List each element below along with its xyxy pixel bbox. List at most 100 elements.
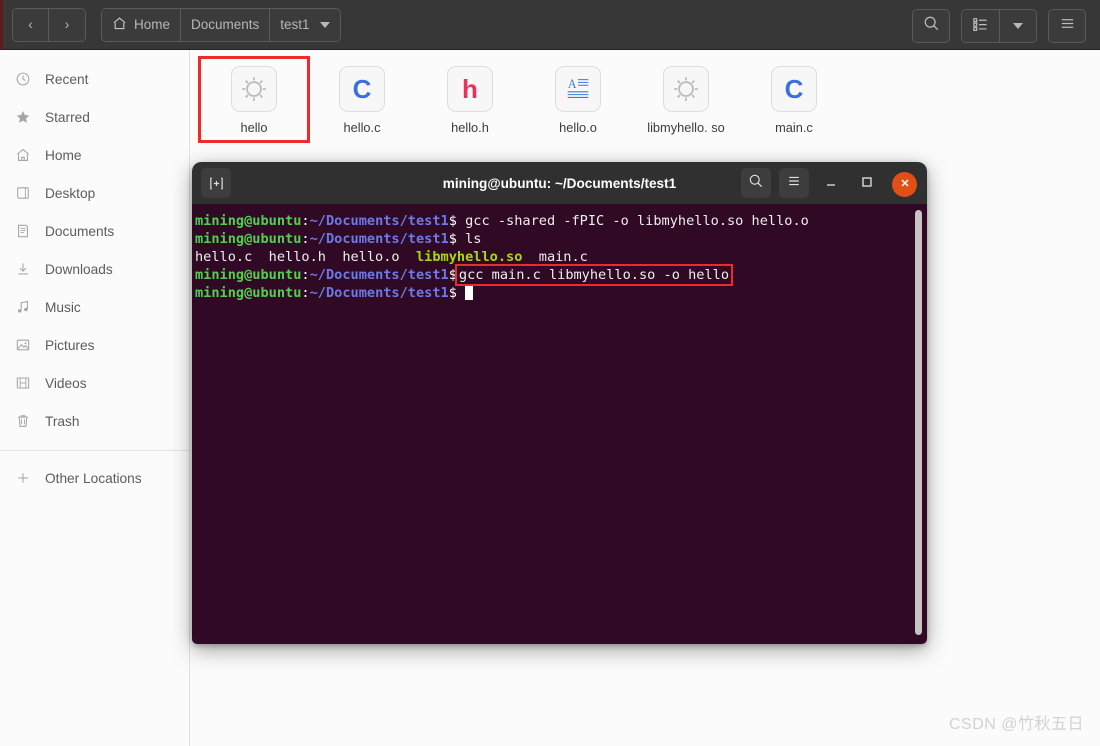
prompt-path: ~/Documents/test1 — [309, 231, 449, 247]
sidebar-item-label: Recent — [45, 71, 89, 87]
minimize-icon — [824, 175, 838, 192]
terminal-body[interactable]: mining@ubuntu:~/Documents/test1$ gcc -sh… — [192, 204, 927, 644]
breadcrumb-test1[interactable]: test1 — [270, 8, 340, 41]
terminal-line: mining@ubuntu:~/Documents/test1$ ls — [194, 230, 927, 248]
new-tab-icon[interactable] — [201, 168, 231, 198]
file-item-hello[interactable]: hello — [198, 56, 310, 143]
nautilus-headerbar: ‹ › Home Documents test1 — [0, 0, 1100, 50]
file-item-label: hello.h — [451, 120, 489, 135]
text-document-icon: A — [555, 66, 601, 112]
desktop-icon — [14, 184, 32, 202]
search-button[interactable] — [912, 9, 950, 43]
file-item-hello-h[interactable]: h hello.h — [416, 58, 524, 141]
maximize-icon — [860, 175, 874, 192]
sidebar-item-music[interactable]: Music — [0, 288, 189, 326]
forward-button[interactable]: › — [49, 8, 85, 41]
terminal-menu-button[interactable] — [779, 168, 809, 198]
terminal-window[interactable]: mining@ubuntu: ~/Documents/test1 mining@… — [192, 162, 927, 644]
prompt-dollar: $ — [448, 231, 457, 247]
gear-executable-icon — [231, 66, 277, 112]
breadcrumb-test1-label: test1 — [280, 17, 310, 32]
view-options-dropdown[interactable] — [1000, 10, 1036, 42]
sidebar-item-downloads[interactable]: Downloads — [0, 250, 189, 288]
sidebar-item-videos[interactable]: Videos — [0, 364, 189, 402]
home-icon — [112, 16, 127, 34]
breadcrumb-home[interactable]: Home — [102, 8, 182, 41]
prompt-user: mining@ubuntu — [195, 285, 302, 301]
c-source-icon: C — [771, 66, 817, 112]
terminal-command: gcc -shared -fPIC -o libmyhello.so hello… — [456, 213, 809, 229]
sidebar-item-label: Downloads — [45, 261, 113, 277]
hamburger-menu-icon — [1059, 15, 1076, 37]
sidebar-item-documents[interactable]: Documents — [0, 212, 189, 250]
prompt-dollar: $ — [448, 213, 457, 229]
file-item-label: hello — [240, 120, 268, 135]
sidebar-item-label: Starred — [45, 109, 90, 125]
c-letter-glyph: C — [352, 74, 372, 104]
sidebar-item-desktop[interactable]: Desktop — [0, 174, 189, 212]
terminal-close-button[interactable] — [892, 171, 917, 197]
terminal-output-line: hello.c hello.h hello.o libmyhello.so ma… — [194, 248, 927, 266]
sidebar: Recent Starred Home Desktop Documents Do… — [0, 50, 190, 746]
sidebar-item-label: Pictures — [45, 337, 95, 353]
back-button[interactable]: ‹ — [13, 8, 49, 41]
trash-icon — [14, 412, 32, 430]
star-icon — [14, 108, 32, 126]
sidebar-item-label: Trash — [45, 413, 80, 429]
file-manager-window: ‹ › Home Documents test1 Recent Starred … — [0, 0, 1100, 746]
chevron-down-icon — [1013, 23, 1023, 29]
sidebar-divider — [0, 450, 189, 451]
h-header-icon: h — [447, 66, 493, 112]
terminal-titlebar: mining@ubuntu: ~/Documents/test1 — [192, 162, 927, 204]
h-letter-glyph: h — [462, 74, 478, 104]
sidebar-item-label: Music — [45, 299, 81, 315]
breadcrumb-documents-label: Documents — [191, 17, 260, 32]
sidebar-item-label: Home — [45, 147, 82, 163]
prompt-user: mining@ubuntu — [195, 213, 302, 229]
file-item-hello-o[interactable]: A hello.o — [524, 58, 632, 141]
file-item-main-c[interactable]: C main.c — [740, 58, 848, 141]
sidebar-item-home[interactable]: Home — [0, 136, 189, 174]
film-icon — [14, 374, 32, 392]
document-icon — [14, 222, 32, 240]
prompt-user: mining@ubuntu — [195, 267, 302, 283]
sidebar-item-label: Videos — [45, 375, 87, 391]
terminal-window-controls — [741, 168, 917, 198]
file-item-hello-c[interactable]: C hello.c — [308, 58, 416, 141]
window-edge-accent — [0, 0, 3, 50]
forward-arrow-icon: › — [64, 17, 70, 32]
prompt-colon: : — [301, 285, 310, 301]
prompt-user: mining@ubuntu — [195, 231, 302, 247]
prompt-colon: : — [301, 267, 310, 283]
terminal-maximize-button[interactable] — [853, 168, 881, 198]
download-icon — [14, 260, 32, 278]
sidebar-item-starred[interactable]: Starred — [0, 98, 189, 136]
breadcrumb-documents[interactable]: Documents — [181, 8, 271, 41]
file-item-label: main.c — [775, 120, 813, 135]
picture-icon — [14, 336, 32, 354]
sidebar-item-trash[interactable]: Trash — [0, 402, 189, 440]
sidebar-item-recent[interactable]: Recent — [0, 60, 189, 98]
search-icon — [748, 173, 764, 194]
main-menu-button[interactable] — [1048, 9, 1086, 43]
sidebar-item-pictures[interactable]: Pictures — [0, 326, 189, 364]
chevron-down-icon — [319, 21, 330, 28]
view-mode-group — [961, 9, 1037, 43]
terminal-search-button[interactable] — [741, 168, 771, 198]
terminal-cursor — [465, 285, 474, 300]
list-view-button[interactable] — [962, 10, 1000, 42]
svg-text:A: A — [568, 77, 577, 91]
prompt-path: ~/Documents/test1 — [309, 285, 449, 301]
file-item-label: hello.c — [343, 120, 381, 135]
file-item-libmyhello-so[interactable]: libmyhello. so — [632, 58, 740, 141]
ls-output-plain-1: hello.c hello.h hello.o — [195, 249, 416, 265]
sidebar-item-other-locations[interactable]: Other Locations — [0, 459, 189, 497]
breadcrumb: Home Documents test1 — [101, 7, 341, 42]
c-source-icon: C — [339, 66, 385, 112]
terminal-scrollbar[interactable] — [915, 210, 922, 635]
terminal-minimize-button[interactable] — [817, 168, 845, 198]
plus-icon — [14, 469, 32, 487]
clock-icon — [14, 70, 32, 88]
search-icon — [923, 15, 940, 37]
file-grid: hello C hello.c h hello.h A hello.o libm… — [190, 50, 1100, 143]
